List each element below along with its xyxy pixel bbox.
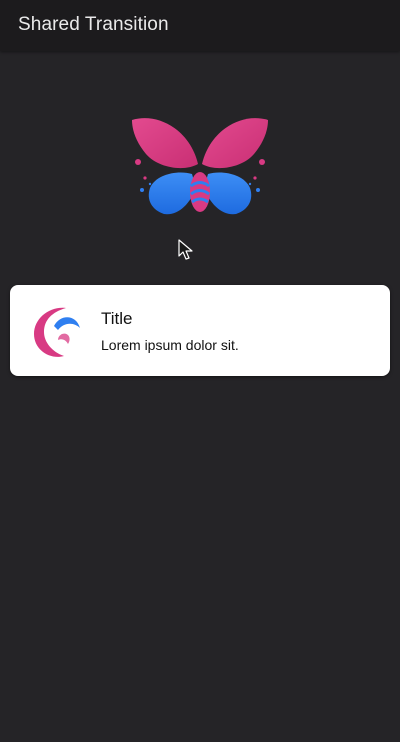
butterfly-logo-icon[interactable] (128, 112, 272, 222)
mouse-pointer-icon (178, 239, 193, 260)
card-subtitle: Lorem ipsum dolor sit. (101, 337, 239, 353)
app-bar: Shared Transition (0, 0, 400, 51)
app-bar-title: Shared Transition (18, 14, 169, 35)
card-title: Title (101, 309, 133, 328)
list-item-card[interactable]: Title Lorem ipsum dolor sit. (10, 285, 390, 376)
moon-swirl-logo-icon (34, 307, 80, 357)
